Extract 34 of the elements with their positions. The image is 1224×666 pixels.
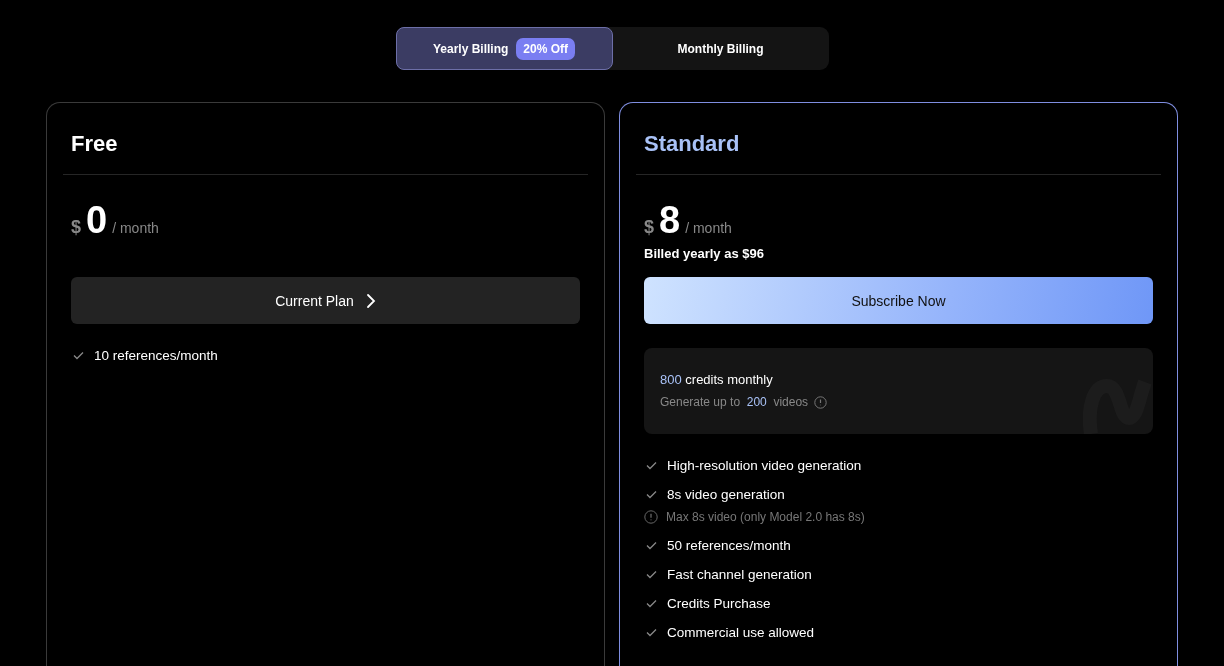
billing-tab[interactable]: Monthly Billing: [612, 27, 829, 70]
feature-text: Commercial use allowed: [667, 625, 815, 640]
info-icon[interactable]: [814, 395, 828, 409]
feature-text: 10 references/month: [94, 348, 218, 363]
check-icon: [646, 490, 657, 499]
chevron-right-icon: [365, 292, 376, 309]
currency-symbol: $: [644, 217, 654, 238]
feature-text: 50 references/month: [667, 538, 791, 553]
feature-text: 8s video generation: [667, 487, 785, 502]
credits-text: 800 credits monthly: [660, 372, 774, 387]
check-icon: [646, 461, 657, 470]
billing-note: Billed yearly as $96: [644, 246, 765, 262]
current-plan-button[interactable]: Current Plan: [71, 277, 580, 324]
plan-name: Free: [71, 131, 119, 157]
price-amount: 0: [86, 199, 108, 242]
check-icon: [646, 541, 657, 550]
info-icon: [644, 510, 658, 524]
currency-symbol: $: [71, 217, 81, 238]
feature-text: Fast channel generation: [667, 567, 812, 582]
billing-tab[interactable]: Yearly Billing 20% Off: [395, 27, 613, 70]
feature-note: Max 8s video (only Model 2.0 has 8s): [666, 510, 865, 524]
feature-text: High-resolution video generation: [667, 458, 862, 473]
plan-name: Standard: [644, 131, 741, 157]
check-icon: [646, 628, 657, 637]
subscribe-button[interactable]: Subscribe Now: [644, 277, 1153, 324]
credits-detail: Generate up to 200 videos: [660, 395, 809, 409]
check-icon: [73, 351, 84, 360]
discount-badge: 20% Off: [516, 37, 576, 60]
check-icon: [646, 599, 657, 608]
price-period: / month: [685, 220, 732, 236]
price-period: / month: [112, 220, 159, 236]
check-icon: [646, 570, 657, 579]
price-amount: 8: [659, 199, 681, 242]
feature-text: Credits Purchase: [667, 596, 771, 611]
